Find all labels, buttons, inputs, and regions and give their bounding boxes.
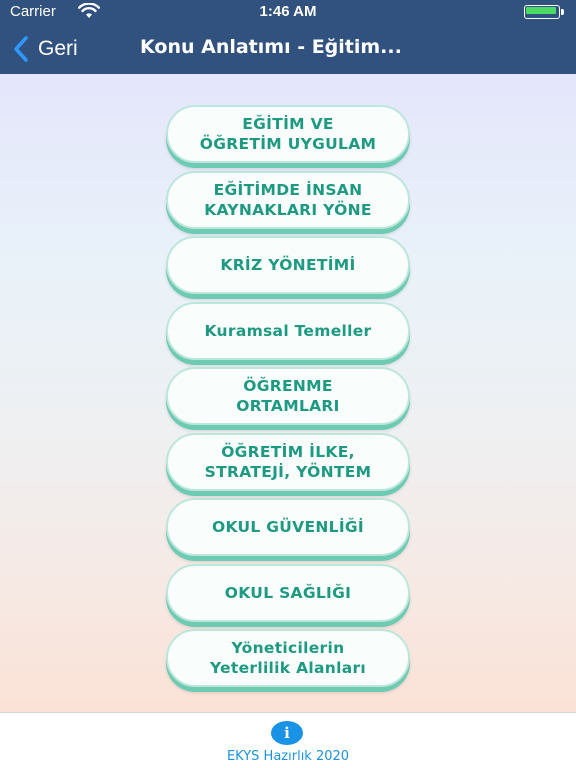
menu-button-insan-kaynaklari[interactable]: EĞİTİMDE İNSAN KAYNAKLARI YÖNE xyxy=(166,170,410,229)
topic-menu: EĞİTİM VE ÖĞRETİM UYGULAM EĞİTİMDE İNSAN… xyxy=(166,105,410,695)
page-title: Konu Anlatımı - Eğitim... xyxy=(140,36,402,58)
navigation-bar: Geri Konu Anlatımı - Eğitim... xyxy=(0,24,576,74)
info-icon[interactable]: i xyxy=(271,721,303,745)
content-area: EĞİTİM VE ÖĞRETİM UYGULAM EĞİTİMDE İNSAN… xyxy=(0,74,576,712)
status-time: 1:46 AM xyxy=(259,3,317,20)
menu-button-okul-guvenligi[interactable]: OKUL GÜVENLİĞİ xyxy=(166,498,410,556)
tab-bar-label[interactable]: EKYS Hazırlık 2020 xyxy=(0,749,576,764)
menu-button-ogrenme-ortamlari[interactable]: ÖĞRENME ORTAMLARI xyxy=(166,367,410,425)
battery-icon xyxy=(524,5,564,19)
menu-button-kriz-yonetimi[interactable]: KRİZ YÖNETİMİ xyxy=(166,236,410,294)
chevron-left-icon xyxy=(14,36,28,62)
back-button[interactable]: Geri xyxy=(12,34,78,64)
menu-button-yeterlilik-alanlari[interactable]: Yöneticilerin Yeterlilik Alanları xyxy=(166,629,410,687)
menu-button-egitim-ogretim[interactable]: EĞİTİM VE ÖĞRETİM UYGULAM xyxy=(166,105,410,163)
menu-button-okul-sagligi[interactable]: OKUL SAĞLIĞI xyxy=(166,563,410,622)
status-bar: Carrier 1:46 AM xyxy=(0,0,576,24)
tab-bar: i EKYS Hazırlık 2020 xyxy=(0,712,576,768)
menu-button-kuramsal-temeller[interactable]: Kuramsal Temeller xyxy=(166,301,410,360)
back-button-label: Geri xyxy=(38,37,78,60)
menu-button-ogretim-ilke[interactable]: ÖĞRETİM İLKE, STRATEJİ, YÖNTEM xyxy=(166,432,410,491)
